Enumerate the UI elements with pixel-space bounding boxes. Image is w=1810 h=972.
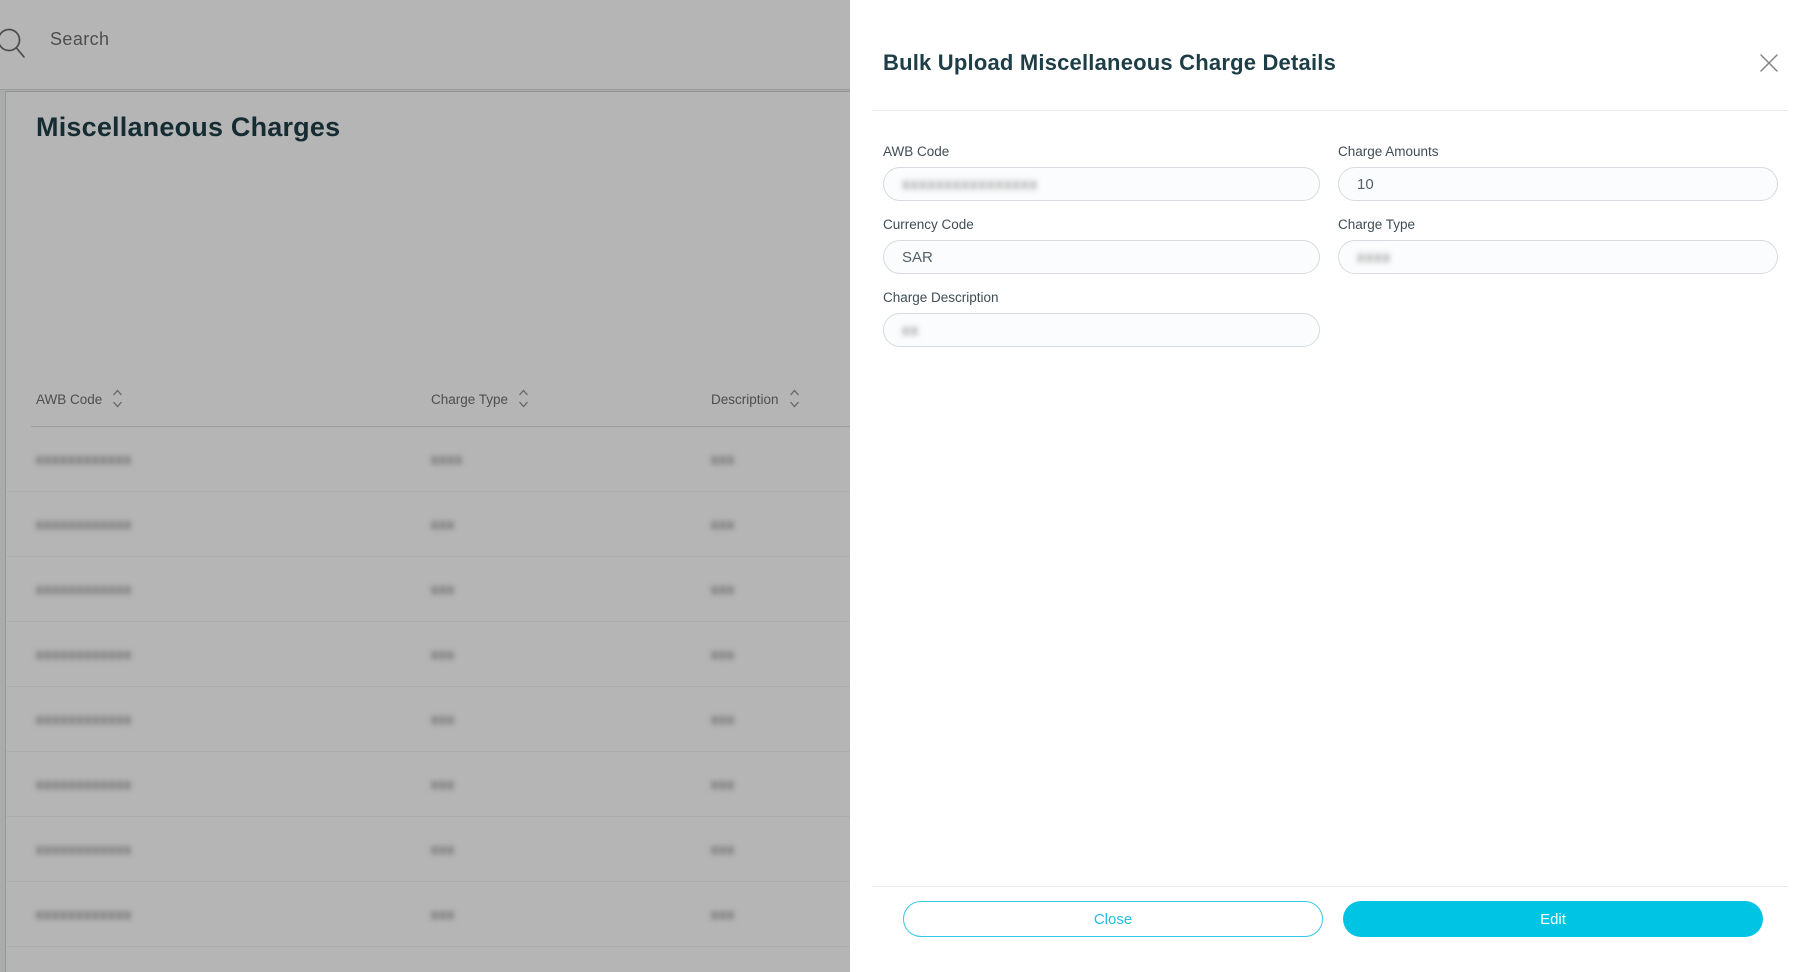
charge-type-input[interactable]: xxxx <box>1338 240 1778 274</box>
close-button[interactable]: Close <box>903 901 1323 937</box>
charge-details-form: AWB Code xxxxxxxxxxxxxxxx Charge Amounts… <box>883 144 1778 347</box>
drawer-header-divider <box>872 110 1788 111</box>
close-icon[interactable] <box>1754 48 1784 78</box>
awb-code-field-group: AWB Code xxxxxxxxxxxxxxxx <box>883 144 1320 201</box>
modal-backdrop[interactable] <box>0 0 850 972</box>
charge-amounts-value: 10 <box>1357 175 1374 193</box>
charge-type-value: xxxx <box>1357 248 1391 266</box>
charge-description-label: Charge Description <box>883 290 999 305</box>
currency-code-input[interactable]: SAR <box>883 240 1320 274</box>
awb-code-input[interactable]: xxxxxxxxxxxxxxxx <box>883 167 1320 201</box>
awb-code-label: AWB Code <box>883 144 950 159</box>
currency-code-label: Currency Code <box>883 217 974 232</box>
edit-button[interactable]: Edit <box>1343 901 1763 937</box>
charge-type-field-group: Charge Type xxxx <box>1338 217 1778 274</box>
charge-description-value: xx <box>902 321 919 339</box>
charge-amounts-field-group: Charge Amounts 10 <box>1338 144 1778 201</box>
currency-code-field-group: Currency Code SAR <box>883 217 1320 274</box>
drawer-footer-divider <box>872 886 1788 887</box>
currency-code-value: SAR <box>902 248 933 266</box>
charge-type-label: Charge Type <box>1338 217 1416 232</box>
charge-description-input[interactable]: xx <box>883 313 1320 347</box>
charge-amounts-input[interactable]: 10 <box>1338 167 1778 201</box>
charge-description-field-group: Charge Description xx <box>883 290 1320 347</box>
bulk-upload-charge-details-drawer: Bulk Upload Miscellaneous Charge Details… <box>850 0 1810 972</box>
drawer-title: Bulk Upload Miscellaneous Charge Details <box>883 50 1337 75</box>
charge-amounts-label: Charge Amounts <box>1338 144 1439 159</box>
form-spacer <box>1338 290 1778 347</box>
awb-code-value: xxxxxxxxxxxxxxxx <box>902 175 1038 193</box>
